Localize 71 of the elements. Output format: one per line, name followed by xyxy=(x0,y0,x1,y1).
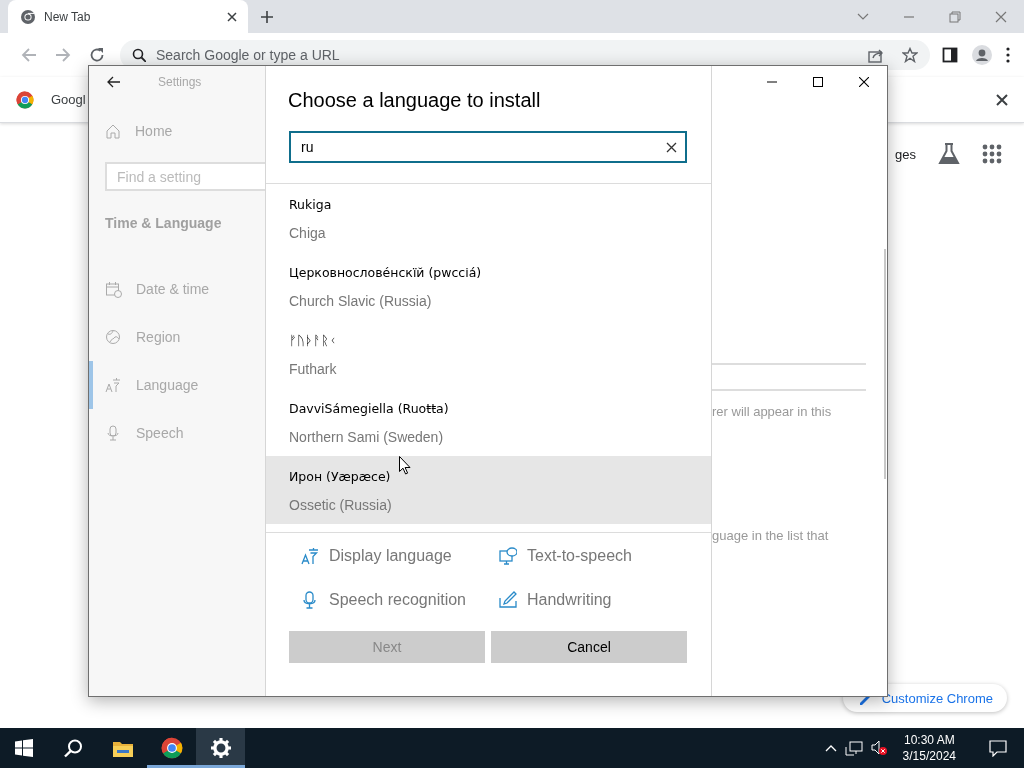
chrome-logo-icon xyxy=(20,8,36,25)
windows-icon xyxy=(14,738,35,758)
profile-icon[interactable] xyxy=(972,45,992,65)
taskbar-app[interactable] xyxy=(196,728,245,768)
language-list-item[interactable]: DavviSámegiella (Ruoŧŧa) Northern Sami (Sweden) xyxy=(266,388,711,456)
feature-label: Speech recognition xyxy=(329,591,466,609)
scrollbar[interactable] xyxy=(884,249,886,479)
feature-label: Text-to-speech xyxy=(527,547,632,565)
clear-icon[interactable] xyxy=(666,142,677,153)
language-name: Ossetic (Russia) xyxy=(289,497,393,513)
plus-icon[interactable] xyxy=(260,9,274,24)
home-icon xyxy=(105,123,121,139)
clock-date: 3/15/2024 xyxy=(902,748,956,764)
globe-icon xyxy=(105,328,122,346)
display-language-icon xyxy=(301,547,319,565)
language-list-item[interactable]: ᚠᚢᚦᚨᚱᚲ Futhark xyxy=(266,320,711,388)
close-icon[interactable] xyxy=(996,93,1008,106)
search-field[interactable]: ru xyxy=(289,131,687,163)
section-heading: Time & Language xyxy=(105,215,223,231)
search-field[interactable]: Find a setting xyxy=(105,162,265,191)
microphone-icon xyxy=(301,591,319,609)
cancel-button[interactable]: Cancel xyxy=(491,631,687,663)
close-icon[interactable] xyxy=(859,77,869,87)
star-icon[interactable] xyxy=(902,47,918,63)
share-icon[interactable] xyxy=(868,47,884,63)
language-native-name: DavviSámegiella (Ruoŧŧa) xyxy=(289,401,450,417)
handwriting-icon xyxy=(499,591,517,609)
reload-icon[interactable] xyxy=(89,47,105,63)
chevron-up-icon[interactable] xyxy=(824,743,837,753)
feature-label: Display language xyxy=(329,547,452,565)
language-native-name: Rukiga xyxy=(289,197,333,213)
clock-time: 10:30 AM xyxy=(903,732,955,748)
language-name: Futhark xyxy=(289,361,338,377)
language-native-name: Церковнословéнскїй (рwссіá) xyxy=(289,265,483,281)
maximize-icon[interactable] xyxy=(813,77,823,87)
clock[interactable]: 10:30 AM 3/15/2024 xyxy=(902,732,956,764)
text-to-speech-icon xyxy=(499,547,517,565)
language-name: Northern Sami (Sweden) xyxy=(289,429,445,445)
language-list-item[interactable]: Церковнословéнскїй (рwссіá) Church Slavic (Russia) xyxy=(266,252,711,320)
description-text: rer will appear in this xyxy=(712,404,833,420)
close-icon[interactable] xyxy=(226,10,238,23)
browser-tab[interactable]: New Tab xyxy=(8,0,248,33)
feature-label: Handwriting xyxy=(527,591,612,609)
dialog-title: Choose a language to install xyxy=(288,88,542,112)
language-name: Chiga xyxy=(289,225,327,241)
language-list-item[interactable]: Rukiga Chiga xyxy=(266,184,711,252)
search-icon[interactable] xyxy=(132,48,146,62)
cursor-icon xyxy=(399,456,411,475)
back-icon[interactable] xyxy=(106,75,120,89)
microphone-icon xyxy=(105,424,122,442)
language-name: Church Slavic (Russia) xyxy=(289,293,433,309)
language-native-name: Ирон (Уæрæсе) xyxy=(289,469,392,485)
language-native-name: ᚠᚢᚦᚨᚱᚲ xyxy=(289,333,338,349)
more-icon[interactable] xyxy=(1006,47,1010,63)
volume-muted-icon[interactable] xyxy=(870,740,887,756)
link[interactable]: ges xyxy=(895,146,916,162)
notification-icon[interactable] xyxy=(989,739,1007,757)
language-list-item[interactable]: Ирон (Уæрæсе) Ossetic (Russia) xyxy=(266,456,711,524)
flask-icon[interactable] xyxy=(938,143,960,165)
window-title: Settings xyxy=(158,75,202,89)
chrome-logo-icon xyxy=(160,737,183,759)
calendar-icon xyxy=(105,280,122,298)
language-icon xyxy=(105,376,122,394)
chrome-logo-icon xyxy=(16,90,34,109)
network-icon[interactable] xyxy=(844,740,863,756)
description-text: guage in the list that xyxy=(712,528,830,544)
side-panel-icon[interactable] xyxy=(942,47,958,63)
search-icon xyxy=(63,738,84,758)
gear-icon xyxy=(210,738,231,758)
info-bar-text: Googl xyxy=(51,92,86,107)
apps-grid-icon[interactable] xyxy=(982,144,1002,164)
